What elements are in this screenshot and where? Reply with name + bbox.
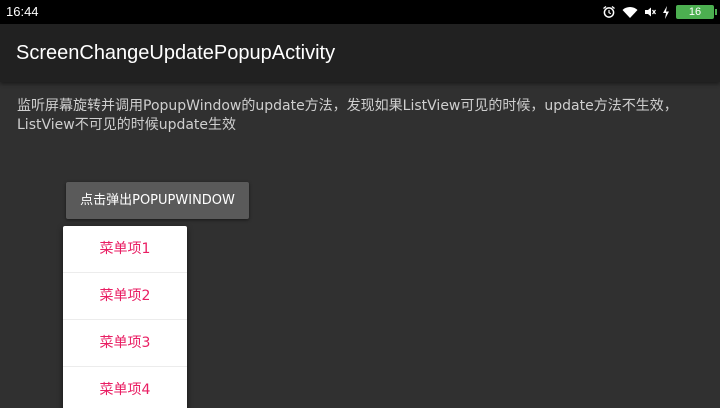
battery-tip xyxy=(715,9,717,15)
description-text: 监听屏幕旋转并调用PopupWindow的update方法，发现如果ListVi… xyxy=(17,98,678,133)
wifi-icon xyxy=(622,6,638,19)
status-time: 16:44 xyxy=(6,4,39,19)
status-icons: 16 xyxy=(602,4,717,20)
popup-menu: 菜单项1 菜单项2 菜单项3 菜单项4 xyxy=(63,226,187,408)
battery-icon: 16 xyxy=(676,5,717,19)
show-popup-button[interactable]: 点击弹出POPUPWINDOW xyxy=(66,182,249,219)
status-bar: 16:44 16 xyxy=(0,0,720,24)
page-title: ScreenChangeUpdatePopupActivity xyxy=(16,42,336,64)
menu-item-3[interactable]: 菜单项3 xyxy=(63,320,187,367)
menu-item-4[interactable]: 菜单项4 xyxy=(63,367,187,408)
alarm-icon xyxy=(602,5,616,19)
mute-icon xyxy=(644,6,656,18)
charging-icon xyxy=(662,5,670,19)
menu-item-2[interactable]: 菜单项2 xyxy=(63,273,187,320)
app-bar: ScreenChangeUpdatePopupActivity xyxy=(0,24,720,82)
battery-level: 16 xyxy=(688,6,702,18)
screen: 16:44 16 ScreenChangeUpdatePopupActivity… xyxy=(0,0,720,408)
menu-item-1[interactable]: 菜单项1 xyxy=(63,226,187,273)
